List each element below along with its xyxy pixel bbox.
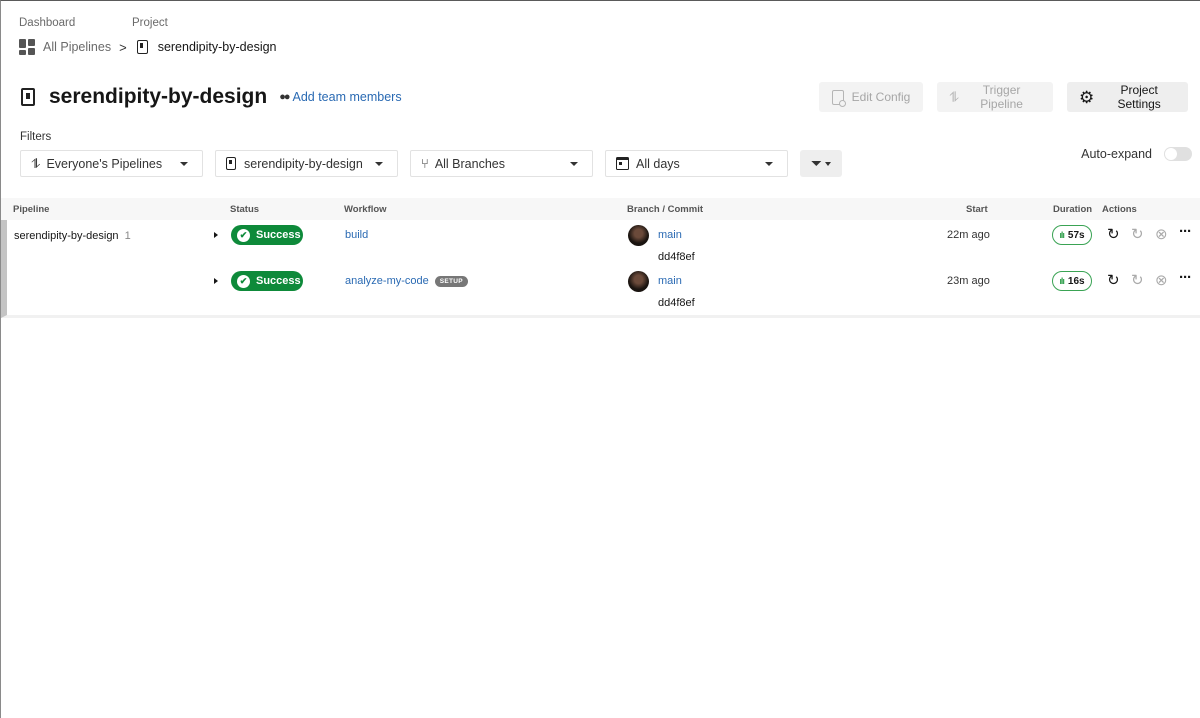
- duration-badge[interactable]: ılı 16s: [1052, 271, 1092, 291]
- rerun-failed-icon[interactable]: ↻: [1131, 227, 1144, 242]
- caret-down-icon: [825, 161, 832, 166]
- auto-expand-toggle[interactable]: [1164, 147, 1192, 161]
- date-filter-select[interactable]: All days: [605, 150, 788, 177]
- project-settings-button[interactable]: ⚙ Project Settings: [1067, 82, 1188, 112]
- expand-arrow-icon[interactable]: [214, 232, 218, 238]
- col-duration: Duration: [1053, 204, 1093, 215]
- project-filter-select[interactable]: serendipity-by-design: [215, 150, 398, 177]
- crumb-label-project: Project: [132, 17, 168, 29]
- caret-down-icon: [180, 162, 188, 166]
- col-actions: Actions: [1102, 204, 1137, 215]
- pipelines-filter-select[interactable]: ⥮ Everyone's Pipelines: [20, 150, 203, 177]
- add-team-members-link[interactable]: ●● Add team members: [279, 90, 401, 104]
- setup-tag: SETUP: [434, 275, 468, 287]
- branch-link[interactable]: main: [658, 275, 682, 287]
- col-workflow: Workflow: [344, 204, 387, 215]
- start-time: 23m ago: [947, 275, 990, 287]
- date-filter-value: All days: [636, 156, 680, 171]
- dashboard-icon: [19, 39, 35, 55]
- rerun-icon[interactable]: ↻: [1107, 227, 1120, 242]
- project-crumb[interactable]: serendipity-by-design: [158, 40, 277, 54]
- pipelines-filter-value: Everyone's Pipelines: [46, 156, 163, 171]
- workflow-link[interactable]: build: [345, 229, 368, 241]
- trigger-pipeline-label: Trigger Pipeline: [980, 83, 1023, 111]
- gear-icon: ⚙: [1079, 87, 1095, 107]
- project-icon: [21, 88, 35, 106]
- more-filters-button[interactable]: ⏷: [800, 150, 842, 177]
- check-icon: ✔: [237, 274, 250, 288]
- caret-down-icon: [375, 162, 383, 166]
- table-row: ✔ Success analyze-my-code SETUP main dd4f8…: [7, 266, 1200, 312]
- expand-arrow-icon[interactable]: [214, 278, 218, 284]
- col-pipeline: Pipeline: [13, 204, 50, 215]
- avatar: [628, 225, 649, 246]
- pipeline-name[interactable]: serendipity-by-design 1: [14, 230, 131, 242]
- cancel-icon[interactable]: ⊗: [1155, 227, 1168, 242]
- table-row: serendipity-by-design 1 ✔ Success build ma…: [7, 220, 1200, 266]
- trigger-pipeline-button[interactable]: ⥮ Trigger Pipeline: [937, 82, 1053, 112]
- project-filter-value: serendipity-by-design: [244, 156, 363, 171]
- status-badge[interactable]: ✔ Success: [231, 271, 303, 291]
- funnel-icon: ⏷: [810, 155, 823, 171]
- add-team-label: Add team members: [292, 90, 402, 104]
- edit-config-label: Edit Config: [851, 90, 911, 104]
- bar-chart-icon: ılı: [1059, 276, 1064, 286]
- page-title: serendipity-by-design: [49, 85, 268, 108]
- project-icon: [136, 40, 148, 54]
- all-pipelines-link[interactable]: All Pipelines: [43, 40, 111, 54]
- pipeline-number: 1: [124, 230, 131, 242]
- calendar-icon: [616, 157, 629, 170]
- workflow-link[interactable]: analyze-my-code: [345, 275, 429, 287]
- branch-icon: ⑂: [421, 156, 429, 171]
- col-start: Start: [966, 204, 988, 215]
- commit-hash[interactable]: dd4f8ef: [658, 297, 695, 309]
- pipeline-icon: ⥮: [31, 155, 41, 171]
- workflow-cell: analyze-my-code SETUP: [345, 275, 468, 287]
- more-options-icon[interactable]: ···: [1179, 270, 1192, 285]
- table-header: Pipeline Status Workflow Branch / Commit…: [1, 198, 1200, 220]
- more-options-icon[interactable]: ···: [1179, 224, 1192, 239]
- caret-down-icon: [570, 162, 578, 166]
- duration-badge[interactable]: ılı 57s: [1052, 225, 1092, 245]
- status-badge[interactable]: ✔ Success: [231, 225, 303, 245]
- col-status: Status: [230, 204, 260, 215]
- pipeline-group: serendipity-by-design 1 ✔ Success build ma…: [1, 220, 1200, 318]
- caret-down-icon: [765, 162, 773, 166]
- branch-filter-value: All Branches: [434, 156, 505, 171]
- commit-hash[interactable]: dd4f8ef: [658, 251, 695, 263]
- bar-chart-icon: ılı: [1059, 230, 1064, 240]
- cancel-icon[interactable]: ⊗: [1155, 273, 1168, 288]
- avatar: [628, 271, 649, 292]
- pipelines-table: Pipeline Status Workflow Branch / Commit…: [1, 198, 1200, 318]
- auto-expand-label: Auto-expand: [1081, 147, 1152, 161]
- start-time: 22m ago: [947, 229, 990, 241]
- pipeline-icon: ⥮: [949, 88, 960, 105]
- breadcrumb: Dashboard Project All Pipelines > serend…: [19, 17, 277, 55]
- rerun-icon[interactable]: ↻: [1107, 273, 1120, 288]
- crumb-label-dashboard: Dashboard: [19, 17, 76, 29]
- chevron-right-icon: >: [119, 39, 127, 55]
- branch-filter-select[interactable]: ⑂ All Branches: [410, 150, 593, 177]
- filters-label: Filters: [20, 131, 52, 143]
- check-icon: ✔: [237, 228, 250, 242]
- col-branch-commit: Branch / Commit: [627, 204, 704, 215]
- project-icon: [226, 157, 236, 170]
- project-settings-label: Project Settings: [1117, 83, 1161, 111]
- edit-config-button[interactable]: Edit Config: [819, 82, 923, 112]
- rerun-failed-icon[interactable]: ↻: [1131, 273, 1144, 288]
- file-icon: [831, 89, 846, 107]
- people-icon: ●●: [279, 91, 290, 103]
- branch-link[interactable]: main: [658, 229, 682, 241]
